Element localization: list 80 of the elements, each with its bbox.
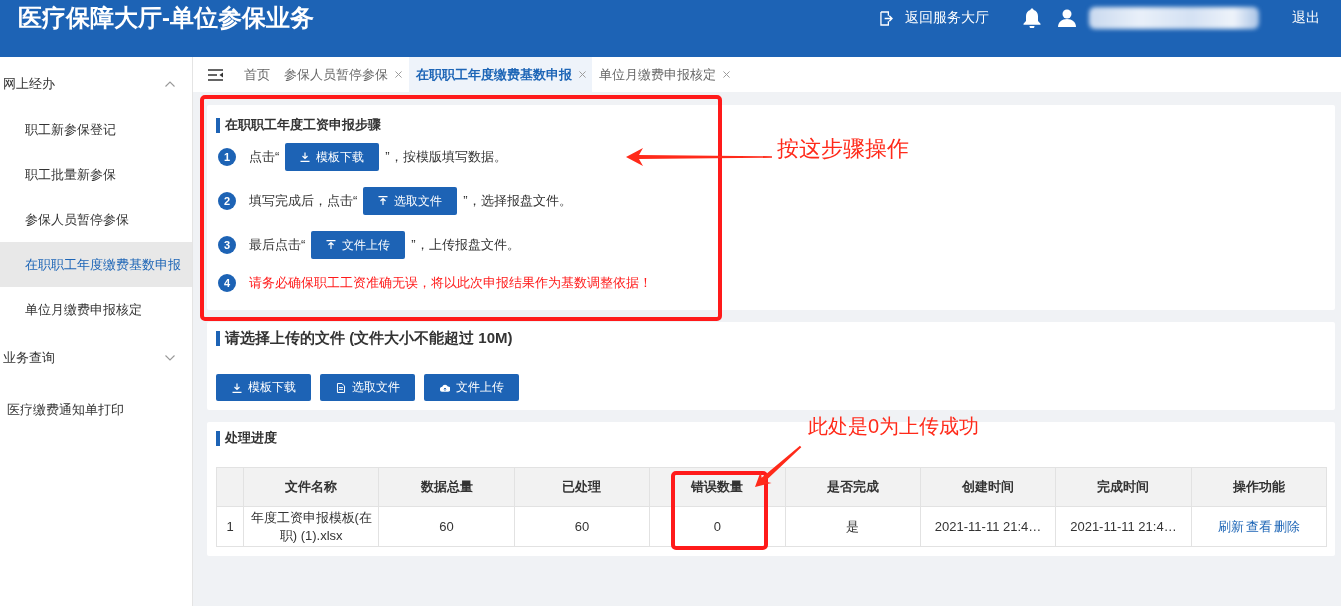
- app-title: 医疗保障大厅-单位参保业务: [18, 4, 315, 32]
- sidebar-group[interactable]: 业务查询: [0, 332, 192, 384]
- back-to-hall-label: 返回服务大厅: [905, 9, 989, 27]
- tab-label: 单位月缴费申报核定: [599, 65, 716, 84]
- menu-toggle-icon[interactable]: [208, 68, 223, 81]
- step-text: 填写完成后，点击“: [249, 192, 358, 210]
- panel-title: 在职职工年度工资申报步骤: [225, 116, 381, 134]
- upload-action-button[interactable]: 文件上传: [424, 374, 519, 401]
- step-number: 4: [218, 274, 236, 292]
- step-action-button[interactable]: 文件上传: [311, 231, 406, 259]
- panel-title: 处理进度: [225, 429, 277, 447]
- sidebar-item[interactable]: 医疗缴费通知单打印: [0, 384, 192, 436]
- table-cell: 2021-11-11 21:4…: [920, 506, 1056, 547]
- user-icon[interactable]: [1058, 9, 1076, 27]
- tab[interactable]: 参保人员暂停参保: [277, 57, 409, 92]
- sidebar-item[interactable]: 单位月缴费申报核定: [0, 287, 192, 332]
- download-icon: [231, 382, 242, 393]
- tab-label: 参保人员暂停参保: [284, 65, 388, 84]
- action-link[interactable]: 查看: [1245, 518, 1272, 534]
- action-link[interactable]: 刷新: [1217, 518, 1244, 534]
- table-cell: 是: [785, 506, 921, 547]
- warning-text: 请务必确保职工工资准确无误，将以此次申报结果作为基数调整依据！: [249, 274, 652, 292]
- column-header: 操作功能: [1191, 467, 1327, 507]
- column-header: 已处理: [514, 467, 650, 507]
- table-cell: 年度工资申报模板(在职) (1).xlsx: [243, 506, 379, 547]
- sidebar-item[interactable]: 在职职工年度缴费基数申报: [0, 242, 192, 287]
- tab-label: 在职职工年度缴费基数申报: [416, 65, 572, 84]
- step-number: 1: [218, 148, 236, 166]
- sidebar-group-label: 网上经办: [3, 75, 55, 93]
- column-header: 是否完成: [785, 467, 921, 507]
- step-text: 点击“: [249, 148, 280, 166]
- logout-link[interactable]: 退出: [1292, 9, 1320, 27]
- step-number: 2: [218, 192, 236, 210]
- sidebar-item[interactable]: 职工新参保登记: [0, 107, 192, 152]
- upload-icon: [326, 240, 337, 250]
- annotation-arrow: [753, 443, 803, 489]
- title-accent-bar: [216, 330, 220, 346]
- title-accent-bar: [216, 430, 220, 446]
- table-cell: 2021-11-11 21:4…: [1055, 506, 1192, 547]
- title-accent-bar: [216, 117, 220, 133]
- document-icon: [335, 382, 346, 393]
- caret-icon: [165, 355, 175, 361]
- sidebar-item[interactable]: 参保人员暂停参保: [0, 197, 192, 242]
- tab-label: 首页: [244, 65, 270, 84]
- bell-icon[interactable]: [1023, 8, 1041, 28]
- step-number: 3: [218, 236, 236, 254]
- upload-icon: [378, 196, 389, 206]
- step-text: ”，选择报盘文件。: [463, 192, 572, 210]
- annotation-text: 按这步骤操作: [777, 136, 909, 163]
- upload-action-button[interactable]: 模板下载: [216, 374, 311, 401]
- step-action-button[interactable]: 模板下载: [285, 143, 380, 171]
- row-index: 1: [216, 506, 244, 547]
- step-text: ”，按模版填写数据。: [385, 148, 507, 166]
- table-cell: 0: [649, 506, 785, 547]
- annotation-text: 此处是0为上传成功: [808, 414, 980, 438]
- download-icon: [300, 152, 311, 162]
- step-text: 最后点击“: [249, 236, 306, 254]
- sidebar-group[interactable]: 网上经办: [0, 57, 192, 107]
- table-cell: 60: [378, 506, 515, 547]
- tab[interactable]: 在职职工年度缴费基数申报: [409, 57, 592, 92]
- panel-title: 请选择上传的文件 (文件大小不能超过 10M): [225, 328, 513, 348]
- column-header: 数据总量: [378, 467, 515, 507]
- cloud-upload-icon: [439, 382, 450, 393]
- exit-icon: [880, 10, 893, 26]
- close-icon[interactable]: [723, 71, 730, 78]
- sidebar-group-label: 业务查询: [3, 349, 55, 367]
- back-to-hall-link[interactable]: 返回服务大厅: [880, 9, 989, 27]
- tab[interactable]: 单位月缴费申报核定: [592, 57, 737, 92]
- column-header: 完成时间: [1055, 467, 1192, 507]
- sidebar-item[interactable]: 职工批量新参保: [0, 152, 192, 197]
- caret-icon: [165, 81, 175, 87]
- step-text: ”，上传报盘文件。: [411, 236, 520, 254]
- step-action-button[interactable]: 选取文件: [363, 187, 458, 215]
- table-cell: 60: [514, 506, 650, 547]
- upload-action-button[interactable]: 选取文件: [320, 374, 415, 401]
- column-header: 文件名称: [243, 467, 379, 507]
- close-icon[interactable]: [395, 71, 402, 78]
- column-header: 创建时间: [920, 467, 1056, 507]
- action-link[interactable]: 删除: [1273, 518, 1300, 534]
- tab[interactable]: 首页: [237, 57, 277, 92]
